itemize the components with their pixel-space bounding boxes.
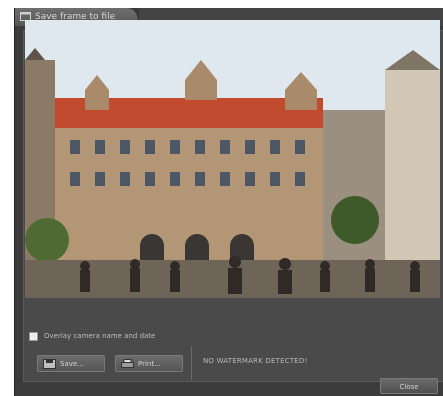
save-frame-dialog: Save frame to file Overlay camera name a…: [14, 8, 443, 396]
watermark-status: NO WATERMARK DETECTED!: [203, 357, 308, 365]
frame-preview-image: [25, 20, 440, 298]
printer-icon: [121, 359, 134, 368]
frame-image: [25, 20, 440, 298]
close-button[interactable]: Close: [380, 378, 438, 394]
print-button[interactable]: Print...: [115, 355, 183, 372]
overlay-option[interactable]: Overlay camera name and date: [29, 330, 155, 342]
overlay-label: Overlay camera name and date: [44, 332, 156, 340]
button-group: Save... Print...: [23, 346, 192, 380]
save-label: Save...: [60, 360, 84, 368]
floppy-disk-icon: [43, 359, 56, 369]
action-bar: Save... Print... NO WATERMARK DETECTED!: [23, 346, 443, 380]
print-label: Print...: [138, 360, 161, 368]
overlay-checkbox[interactable]: [29, 331, 38, 341]
save-button[interactable]: Save...: [37, 355, 105, 372]
